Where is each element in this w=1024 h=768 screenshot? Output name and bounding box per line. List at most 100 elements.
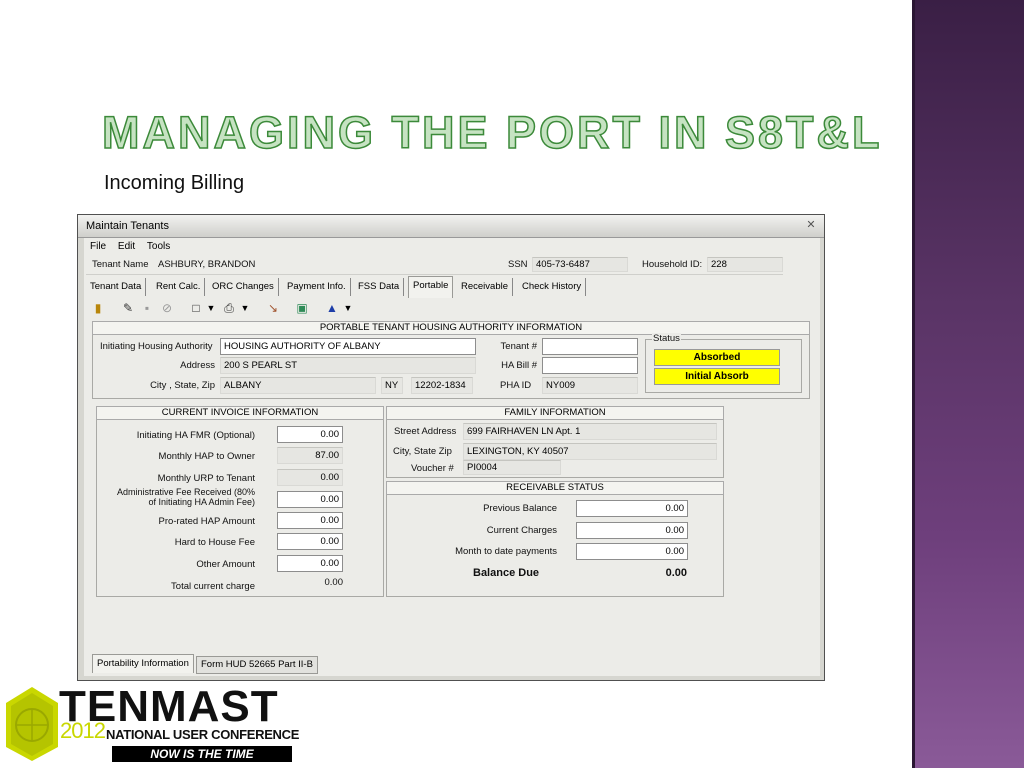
invoice-field-hard-to-house[interactable]: 0.00 xyxy=(277,533,343,550)
menu-file[interactable]: File xyxy=(90,238,106,255)
ha-bill-label: HA Bill # xyxy=(501,360,537,371)
window-titlebar[interactable]: Maintain Tenants ✕ xyxy=(78,215,824,238)
tenant-tab-strip: Tenant Data Rent Calc. ORC Changes Payme… xyxy=(86,276,785,298)
logo-year: 2012 xyxy=(60,718,106,743)
invoice-label-hard-to-house: Hard to House Fee xyxy=(174,537,255,548)
new-document-icon[interactable]: □ xyxy=(189,301,203,315)
invoice-field-hap-owner[interactable]: 87.00 xyxy=(277,447,343,464)
initiating-ha-field[interactable]: HOUSING AUTHORITY OF ALBANY xyxy=(220,338,476,355)
tab-tenant-data[interactable]: Tenant Data xyxy=(86,278,147,296)
ssn-label: SSN xyxy=(508,259,528,270)
tab-portable[interactable]: Portable xyxy=(408,276,454,298)
family-section-panel: Street Address 699 FAIRHAVEN LN Apt. 1 C… xyxy=(386,420,724,478)
edit-pencil-icon[interactable]: ✎ xyxy=(121,301,135,315)
dropdown-arrow-icon[interactable]: ▼ xyxy=(204,301,218,315)
invoice-label-prorated-hap: Pro-rated HAP Amount xyxy=(158,516,255,527)
ssn-field[interactable]: 405-73-6487 xyxy=(532,257,628,272)
logo-shield-icon xyxy=(6,687,58,761)
invoice-label-fmr: Initiating HA FMR (Optional) xyxy=(136,430,255,441)
invoice-section-header: CURRENT INVOICE INFORMATION xyxy=(96,406,384,420)
address-label: Address xyxy=(180,360,215,371)
tenant-name-value: ASHBURY, BRANDON xyxy=(158,259,256,270)
receivable-section-header: RECEIVABLE STATUS xyxy=(386,481,724,495)
tab-form-hud-52665[interactable]: Form HUD 52665 Part II-B xyxy=(196,656,318,674)
tab-rent-calc[interactable]: Rent Calc. xyxy=(152,278,206,296)
pha-section-header: PORTABLE TENANT HOUSING AUTHORITY INFORM… xyxy=(92,321,810,335)
invoice-field-other-amount[interactable]: 0.00 xyxy=(277,555,343,572)
family-city-field[interactable]: LEXINGTON, KY 40507 xyxy=(463,443,717,460)
family-city-label: City, State Zip xyxy=(393,446,452,457)
window-client: File Edit Tools Tenant Name ASHBURY, BRA… xyxy=(84,238,820,676)
menu-tools[interactable]: Tools xyxy=(147,238,170,255)
logo-tagline: NOW IS THE TIME xyxy=(112,746,292,762)
street-address-field[interactable]: 699 FAIRHAVEN LN Apt. 1 xyxy=(463,423,717,440)
zip-field[interactable]: 12202-1834 xyxy=(411,377,473,394)
invoice-section-panel: Initiating HA FMR (Optional) 0.00 Monthl… xyxy=(96,420,384,597)
window-title: Maintain Tenants xyxy=(86,220,169,232)
state-field[interactable]: NY xyxy=(381,377,403,394)
slide-subtitle: Incoming Billing xyxy=(104,172,245,194)
user-icon[interactable]: ▲ xyxy=(325,301,339,315)
tenant-no-label: Tenant # xyxy=(500,341,537,352)
family-section-header: FAMILY INFORMATION xyxy=(386,406,724,420)
receivable-section-panel: Previous Balance 0.00 Current Charges 0.… xyxy=(386,495,724,597)
voucher-label: Voucher # xyxy=(411,463,454,474)
address-field[interactable]: 200 S PEARL ST xyxy=(220,357,476,374)
voucher-field[interactable]: PI0004 xyxy=(463,460,561,475)
wand-icon[interactable]: ↘ xyxy=(266,301,280,315)
maintain-tenants-window: Maintain Tenants ✕ File Edit Tools Tenan… xyxy=(77,214,825,681)
mtd-payments-field[interactable]: 0.00 xyxy=(576,543,688,560)
status-label: Status xyxy=(652,333,681,344)
decorative-side-band xyxy=(912,0,1024,768)
current-charges-label: Current Charges xyxy=(486,525,557,536)
tenant-header-bar: Tenant Name ASHBURY, BRANDON SSN 405-73-… xyxy=(86,256,783,275)
balance-due-value: 0.00 xyxy=(665,567,687,579)
mtd-payments-label: Month to date payments xyxy=(455,546,557,557)
invoice-field-prorated-hap[interactable]: 0.00 xyxy=(277,512,343,529)
tab-receivable[interactable]: Receivable xyxy=(457,278,513,296)
balance-due-label: Balance Due xyxy=(473,567,540,579)
street-address-label: Street Address xyxy=(394,426,457,437)
ha-bill-field[interactable] xyxy=(542,357,638,374)
cancel-icon[interactable]: ⊘ xyxy=(160,301,174,315)
previous-balance-field[interactable]: 0.00 xyxy=(576,500,688,517)
logo-conference-name: NATIONAL USER CONFERENCE xyxy=(106,727,300,742)
tab-orc-changes[interactable]: ORC Changes xyxy=(208,278,279,296)
dropdown-arrow-icon[interactable]: ▼ xyxy=(341,301,355,315)
invoice-label-other-amount: Other Amount xyxy=(196,559,255,570)
pha-id-field[interactable]: NY009 xyxy=(542,377,638,394)
current-charges-field[interactable]: 0.00 xyxy=(576,522,688,539)
pha-section-panel: Initiating Housing Authority HOUSING AUT… xyxy=(92,333,810,399)
status-badge-initial-absorb: Initial Absorb xyxy=(654,368,780,385)
status-groupbox: Status Absorbed Initial Absorb xyxy=(645,333,802,393)
tab-fss-data[interactable]: FSS Data xyxy=(354,278,405,296)
tenant-name-label: Tenant Name xyxy=(92,259,149,270)
initiating-ha-label: Initiating Housing Authority xyxy=(100,341,213,352)
invoice-label-total: Total current charge xyxy=(171,581,255,592)
invoice-label-admin-fee-2: of Initiating HA Admin Fee) xyxy=(148,497,255,507)
invoice-field-admin-fee[interactable]: 0.00 xyxy=(277,491,343,508)
invoice-label-admin-fee-1: Administrative Fee Received (80% xyxy=(116,487,255,497)
slide-title: MANAGING THE PORT IN S8T&L xyxy=(101,107,883,159)
household-id-field[interactable]: 228 xyxy=(707,257,783,272)
tab-payment-info[interactable]: Payment Info. xyxy=(283,278,351,296)
toolbar: ▮ ✎ ▪ ⊘ □ ▼ ⎙ ▼ ↘ ▣ ▲ ▼ xyxy=(86,299,366,319)
household-id-label: Household ID: xyxy=(642,259,703,270)
invoice-value-total: 0.00 xyxy=(324,577,344,588)
screen-icon[interactable]: ▣ xyxy=(295,301,309,315)
invoice-field-urp-tenant[interactable]: 0.00 xyxy=(277,469,343,486)
tenant-no-field[interactable] xyxy=(542,338,638,355)
invoice-field-fmr[interactable]: 0.00 xyxy=(277,426,343,443)
status-badge-absorbed: Absorbed xyxy=(654,349,780,366)
tab-check-history[interactable]: Check History xyxy=(518,278,587,296)
save-disk-icon[interactable]: ▪ xyxy=(140,301,154,315)
print-icon[interactable]: ⎙ xyxy=(222,301,236,315)
menu-edit[interactable]: Edit xyxy=(118,238,135,255)
door-exit-icon[interactable]: ▮ xyxy=(91,301,105,315)
tab-portability-information[interactable]: Portability Information xyxy=(92,654,194,673)
invoice-label-hap-owner: Monthly HAP to Owner xyxy=(158,451,255,462)
tenmast-conference-logo: TENMAST 2012 NATIONAL USER CONFERENCE NO… xyxy=(2,683,302,765)
close-icon[interactable]: ✕ xyxy=(804,218,818,232)
dropdown-arrow-icon[interactable]: ▼ xyxy=(238,301,252,315)
city-field[interactable]: ALBANY xyxy=(220,377,376,394)
